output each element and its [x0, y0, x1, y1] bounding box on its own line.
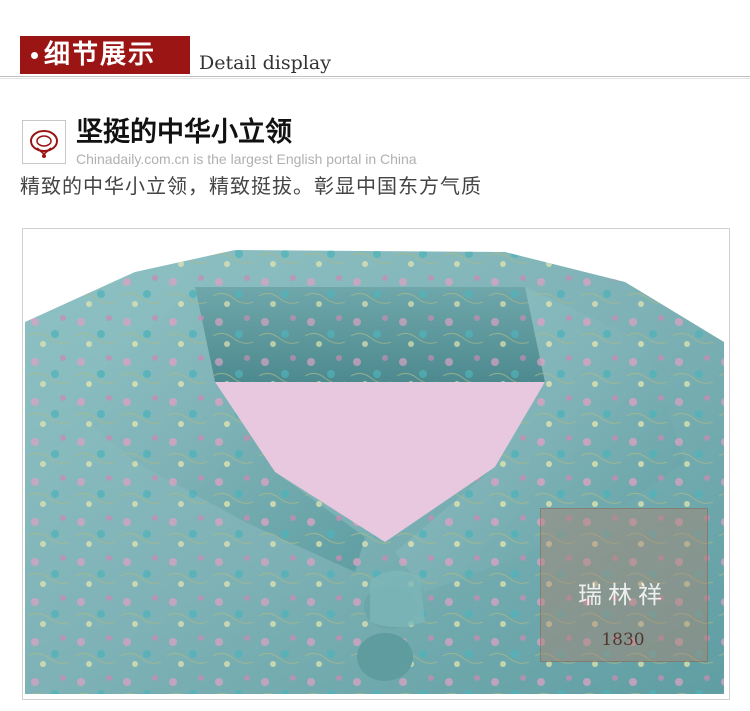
tag-bullet: [31, 52, 38, 59]
tag-label: 细节展示: [44, 40, 157, 70]
header-divider: [0, 76, 750, 77]
collar-icon: [22, 120, 66, 164]
tag-subtitle: Detail display: [199, 52, 331, 74]
section-description: 精致的中华小立领，精致挺拔。彰显中国东方气质: [20, 174, 482, 198]
section-title: 坚挺的中华小立领: [76, 117, 292, 148]
section-caption: Chinadaily.com.cn is the largest English…: [76, 151, 417, 167]
header-divider-light: [0, 78, 750, 79]
watermark-name: 瑞林祥: [578, 581, 668, 609]
watermark-year: 1830: [601, 630, 645, 650]
